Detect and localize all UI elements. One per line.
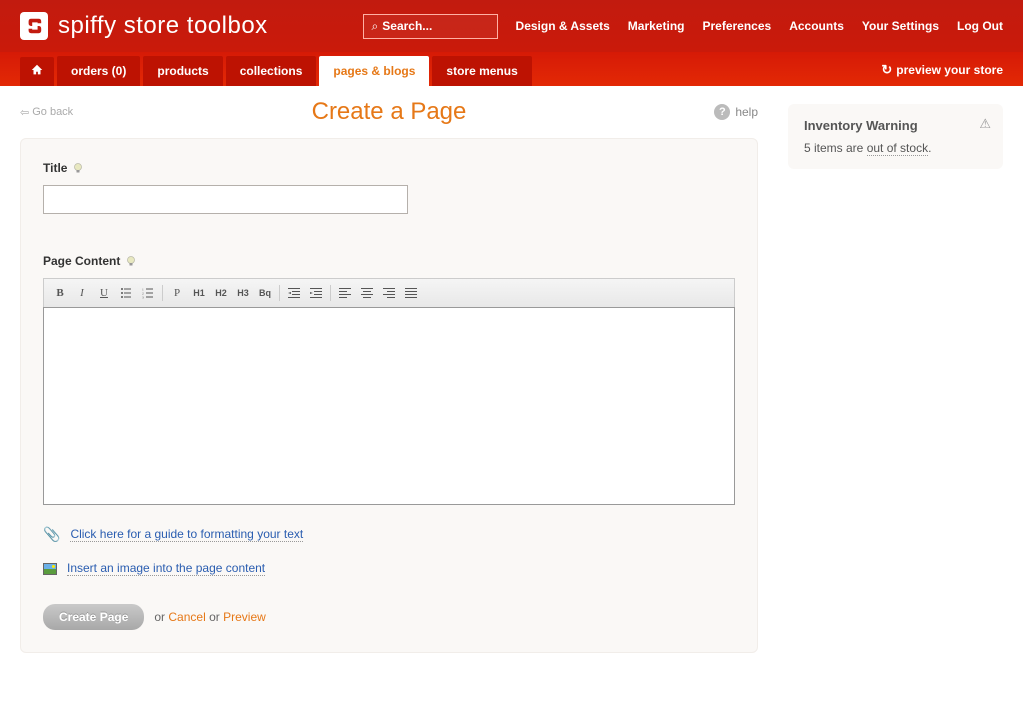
go-back-label: Go back [32,106,73,118]
toolbar-underline[interactable]: U [94,283,114,303]
tab-bar: orders (0) products collections pages & … [0,52,1023,86]
toolbar-sep [279,285,280,301]
toolbar-ol[interactable]: 123 [138,283,158,303]
tab-pages-blogs[interactable]: pages & blogs [319,56,429,86]
content-label-row: Page Content [43,254,735,268]
bulb-icon [125,255,137,267]
action-row: Create Page or Cancel or Preview [43,604,735,630]
preview-link[interactable]: Preview [223,610,266,624]
content-editor[interactable] [43,307,735,505]
logo-area[interactable]: spiffy store toolbox [20,12,268,40]
toolbar-bq[interactable]: Bq [255,283,275,303]
help-label: help [735,105,758,119]
nav-your-settings[interactable]: Your Settings [862,19,939,33]
warning-icon: ⚠ [979,116,991,132]
top-nav: ⌕ Design & Assets Marketing Preferences … [363,14,1003,39]
tab-orders[interactable]: orders (0) [57,56,140,86]
main-column: ⇦ Go back Create a Page ? help Title Pag… [20,104,758,653]
go-back-link[interactable]: ⇦ Go back [20,106,73,119]
nav-design-assets[interactable]: Design & Assets [516,19,610,33]
toolbar-align-center[interactable] [357,283,377,303]
content-label: Page Content [43,254,120,268]
toolbar-bold[interactable]: B [50,283,70,303]
toolbar-align-left[interactable] [335,283,355,303]
home-icon [30,63,44,77]
toolbar-italic[interactable]: I [72,283,92,303]
content-wrap: ⇦ Go back Create a Page ? help Title Pag… [0,86,1023,671]
insert-image-row: Insert an image into the page content [43,561,735,576]
actions-text: or Cancel or Preview [154,610,265,624]
sidebar: ⚠ Inventory Warning 5 items are out of s… [788,104,1003,653]
create-page-button[interactable]: Create Page [43,604,144,630]
out-of-stock-link[interactable]: out of stock [867,141,928,156]
nav-marketing[interactable]: Marketing [628,19,685,33]
preview-store-label: preview your store [896,63,1003,77]
insert-image-link[interactable]: Insert an image into the page content [67,561,265,576]
page-header-row: ⇦ Go back Create a Page ? help [20,104,758,120]
help-link[interactable]: ? help [714,104,758,120]
back-arrow-icon: ⇦ [20,106,29,119]
brand-name: spiffy store toolbox [58,12,268,40]
toolbar-sep [162,285,163,301]
toolbar-sep [330,285,331,301]
nav-preferences[interactable]: Preferences [702,19,771,33]
bulb-icon [72,162,84,174]
logo-icon [20,12,48,40]
attachment-icon: 📎 [43,526,60,543]
tab-collections[interactable]: collections [226,56,317,86]
toolbar-align-right[interactable] [379,283,399,303]
editor-toolbar: B I U 123 P H1 H2 H3 Bq [43,278,735,307]
search-icon: ⌕ [372,19,379,34]
refresh-icon: ↻ [881,62,892,78]
inventory-warning-text: 5 items are out of stock. [804,141,987,155]
tab-home[interactable] [20,57,54,86]
nav-log-out[interactable]: Log Out [957,19,1003,33]
title-label-row: Title [43,161,735,175]
toolbar-h3[interactable]: H3 [233,283,253,303]
tab-products[interactable]: products [143,56,222,86]
preview-store-link[interactable]: ↻ preview your store [881,62,1003,86]
inventory-warning-card: ⚠ Inventory Warning 5 items are out of s… [788,104,1003,169]
svg-text:3: 3 [142,296,144,300]
inventory-warning-title: Inventory Warning [804,118,987,133]
toolbar-indent[interactable] [306,283,326,303]
nav-accounts[interactable]: Accounts [789,19,844,33]
image-icon [43,563,57,575]
toolbar-ul[interactable] [116,283,136,303]
toolbar-align-justify[interactable] [401,283,421,303]
tab-store-menus[interactable]: store menus [432,56,531,86]
toolbar-h1[interactable]: H1 [189,283,209,303]
toolbar-outdent[interactable] [284,283,304,303]
toolbar-p[interactable]: P [167,283,187,303]
page-title: Create a Page [312,98,467,126]
top-header: spiffy store toolbox ⌕ Design & Assets M… [0,0,1023,52]
toolbar-h2[interactable]: H2 [211,283,231,303]
form-panel: Title Page Content B I U 123 P H1 H2 H3 … [20,138,758,653]
search-box[interactable]: ⌕ [363,14,498,39]
help-icon: ? [714,104,730,120]
search-input[interactable] [382,19,488,33]
title-label: Title [43,161,67,175]
title-input[interactable] [43,185,408,214]
guide-row: 📎 Click here for a guide to formatting y… [43,526,735,543]
cancel-link[interactable]: Cancel [168,610,205,624]
formatting-guide-link[interactable]: Click here for a guide to formatting you… [70,527,303,542]
